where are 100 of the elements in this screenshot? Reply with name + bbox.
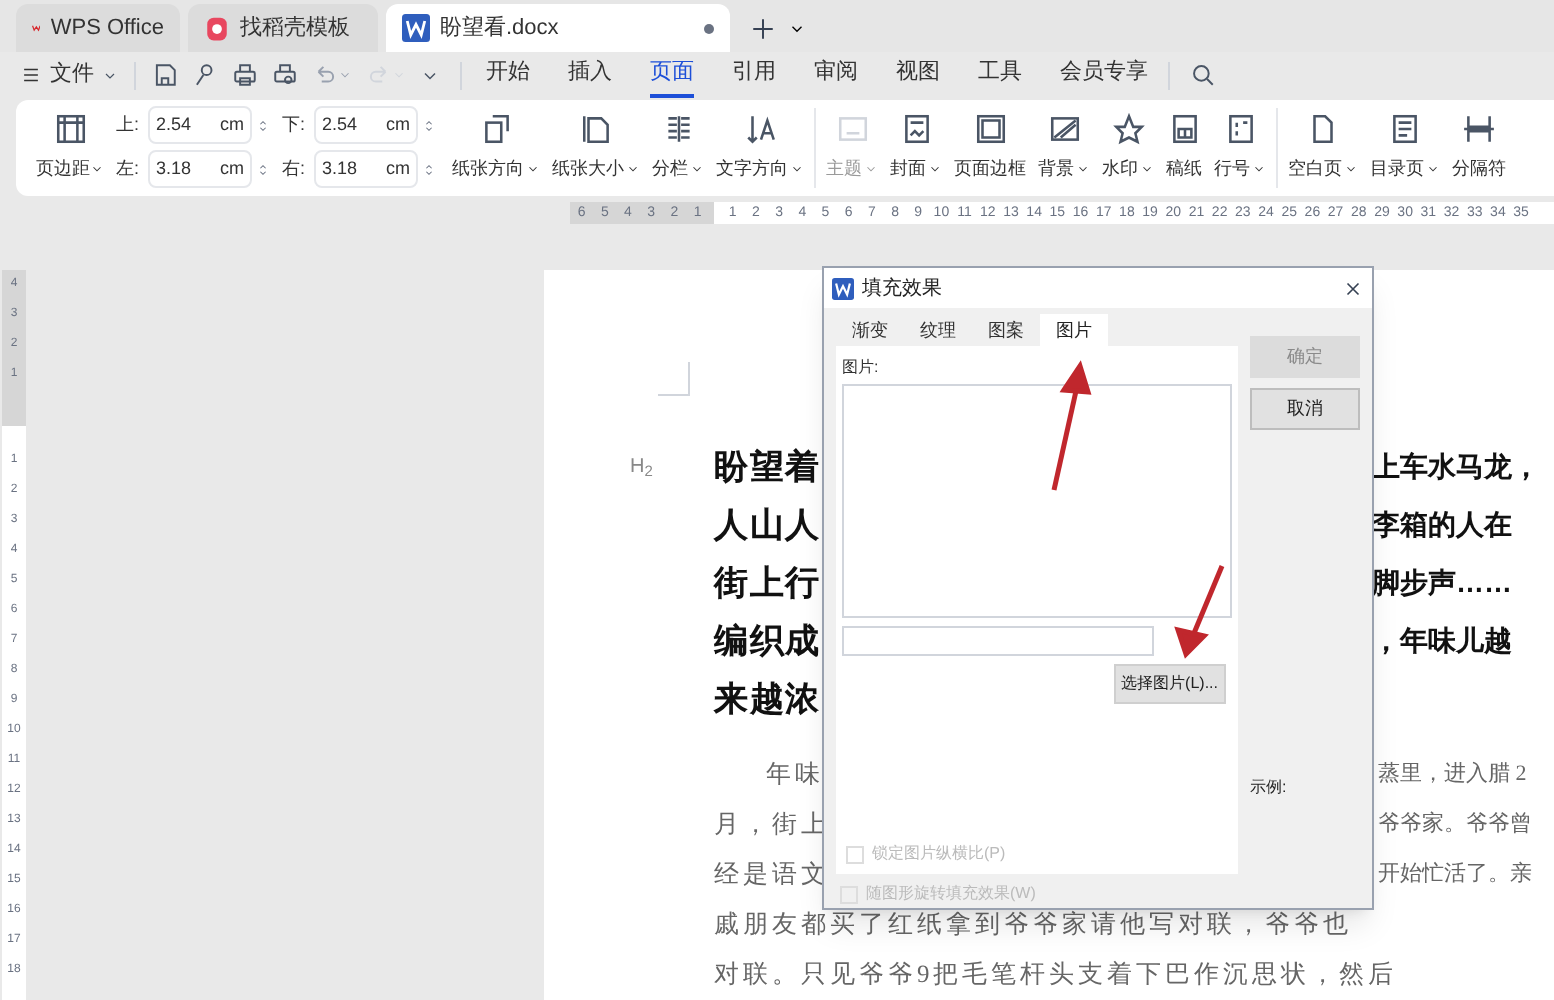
margin-input[interactable]: 2.54 cm [314,106,418,145]
heading-text: 街上行 [714,561,822,606]
print-preview-icon[interactable] [272,62,298,89]
ribbon-tab[interactable]: 开始 [486,52,530,98]
ribbon-tab[interactable]: 引用 [732,52,776,98]
ribbon-tab[interactable]: 工具 [978,52,1022,98]
dialog-tab[interactable]: 渐变 [836,314,904,346]
cover-page-icon [899,112,933,147]
close-icon[interactable] [1342,277,1364,299]
body-text: 经是语文 [714,858,830,893]
caret-icon[interactable] [526,162,540,177]
caret-icon[interactable] [626,162,640,177]
heading-marker[interactable]: H$_{2}$ [630,452,653,482]
caret-icon[interactable] [1252,162,1266,177]
body-text: 蒸里，进入腊 2 [1378,760,1527,791]
ribbon-button[interactable]: 目录页 [1366,112,1444,184]
ribbon-button[interactable]: 稿纸 [1162,112,1206,184]
watermark-icon [1111,112,1145,147]
ribbon-button[interactable]: 行号 [1210,112,1270,184]
dialog-tab[interactable]: 图片 [1040,314,1108,346]
margin-label: 右: [282,156,308,183]
dialog-button[interactable]: 取消 [1250,388,1360,430]
margin-input[interactable]: 3.18 cm [314,150,418,189]
caret-icon[interactable] [690,162,704,177]
grid-paper-icon [1167,112,1201,147]
margin-input[interactable]: 2.54 cm [148,106,252,145]
heading-text: 盼望着 [714,445,822,490]
dialog-tab[interactable]: 纹理 [904,314,972,346]
caret-icon[interactable] [1076,162,1090,177]
line-numbers-icon [1223,112,1257,147]
orientation-icon [479,112,513,147]
page-size-icon [579,112,613,147]
ribbon-button[interactable]: 空白页 [1284,112,1362,184]
heading-text: ，年味儿越 [1372,622,1512,660]
ribbon-button[interactable]: 背景 [1034,112,1094,184]
body-text: 年味 [764,758,824,793]
theme-icon [835,112,869,147]
panel-label: 图片: [842,358,881,378]
dialog-tab[interactable]: 图案 [972,314,1040,346]
annotation-arrow [1174,565,1225,659]
heading-text: 李箱的人在 [1372,506,1512,544]
page-break-icon [1462,112,1496,147]
tab-label: 找稻壳模板 [240,14,350,45]
print-icon[interactable] [232,62,258,89]
preview-label: 示例: [1250,776,1287,800]
ribbon-button[interactable]: 纸张方向 [448,112,544,184]
document-icon [402,14,430,43]
plus-icon[interactable] [750,16,776,43]
caret-icon[interactable] [1344,162,1358,177]
contents-page-icon [1388,112,1422,147]
ribbon-button[interactable]: 封面 [886,112,946,184]
ribbon-button[interactable]: 分隔符 [1448,112,1510,184]
body-text: 开始忙活了。亲 [1378,859,1532,891]
caret-icon[interactable] [928,162,942,177]
heading-text: 编织成 [714,619,822,664]
ribbon-tab[interactable]: 审阅 [814,52,858,98]
heading-text: 人山人 [714,503,822,548]
file-menu[interactable]: 文件 [20,58,118,92]
body-text: 戚朋友都买了红纸拿到爷爷家请他写对联，爷爷也 [714,908,1352,943]
app-icon [832,277,854,299]
ribbon-button[interactable]: 文字方向 [712,112,808,184]
ribbon-tab[interactable]: 插入 [568,52,612,98]
ribbon-tab[interactable]: 视图 [896,52,940,98]
text-direction-icon [743,112,777,147]
annotation-arrow [1051,360,1092,491]
search-icon[interactable] [1190,62,1216,89]
ribbon-button[interactable]: 纸张大小 [548,112,644,184]
tab-label: 盼望看.docx [440,13,559,45]
body-text: 爷爷家。爷爷曾 [1378,809,1532,841]
menu-icon [20,64,42,87]
caret-icon[interactable] [1140,162,1154,177]
background-icon [1047,112,1081,147]
tab-label: WPS Office [50,14,164,45]
window-tab[interactable]: 找稻壳模板 [188,4,378,53]
path-field[interactable] [842,626,1154,656]
window-tab[interactable]: WPS Office [16,4,180,53]
heading-text: 来越浓 [714,677,822,722]
ribbon-button[interactable]: 分栏 [648,112,708,184]
save-icon[interactable] [152,62,178,89]
margins-icon [53,112,87,147]
body-text: 对联。只见爷爷9把毛笔杆头支着下巴作沉思状，然后 [714,958,1397,993]
margin-label: 上: [116,112,142,139]
ribbon-button[interactable]: 水印 [1098,112,1158,184]
margin-corner-mark [658,362,690,396]
window-tab[interactable]: 盼望看.docx [386,4,730,53]
ribbon-button[interactable]: 页面边框 [950,112,1030,184]
dialog-title: 填充效果 [862,275,942,303]
margin-label: 左: [116,156,142,183]
page-border-icon [973,112,1007,147]
caret-icon[interactable] [790,162,804,177]
select-picture-button[interactable]: 选择图片(L)... [1113,664,1226,704]
margin-input[interactable]: 3.18 cm [148,150,252,189]
logo-icon [204,15,230,42]
ribbon-tab[interactable]: 会员专享 [1060,52,1148,98]
caret-icon[interactable] [90,162,104,177]
margin-label: 下: [282,112,308,139]
heading-text: 脚步声…… [1372,564,1512,602]
heading-text: 上车水马龙， [1372,448,1540,486]
margins-button[interactable]: 页边距 [32,112,108,184]
caret-icon[interactable] [1426,162,1440,177]
